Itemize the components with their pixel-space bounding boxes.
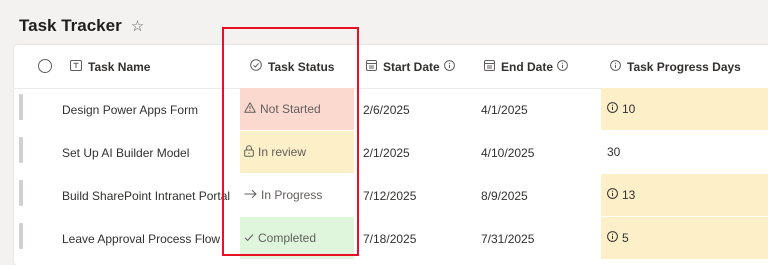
arrow-right-icon xyxy=(244,188,257,202)
task-list: Task Name Task Status Start Date End Dat… xyxy=(14,45,768,265)
info-icon xyxy=(607,188,618,202)
start-date-cell[interactable]: 2/6/2025 xyxy=(363,88,410,131)
info-icon xyxy=(610,59,621,74)
task-status-cell[interactable]: Completed xyxy=(240,217,354,259)
task-name-cell[interactable]: Leave Approval Process Flow xyxy=(62,217,220,260)
checkmark-icon xyxy=(244,231,254,245)
task-name-cell[interactable]: Design Power Apps Form xyxy=(62,88,198,131)
page-title: Task Tracker xyxy=(19,16,122,35)
end-date-cell[interactable]: 7/31/2025 xyxy=(481,217,534,260)
column-label: Task Name xyxy=(88,59,151,74)
column-header-row: Task Name Task Status Start Date End Dat… xyxy=(14,45,768,89)
end-date-cell[interactable]: 8/9/2025 xyxy=(481,174,528,217)
status-label: Not Started xyxy=(260,102,321,116)
table-row[interactable]: Leave Approval Process Flow Completed 7/… xyxy=(14,217,768,260)
star-outline-icon[interactable]: ☆ xyxy=(131,17,144,35)
days-value: 30 xyxy=(607,145,621,159)
column-label: End Date xyxy=(501,59,554,74)
end-date-cell[interactable]: 4/10/2025 xyxy=(481,131,534,174)
column-header-task-status[interactable]: Task Status xyxy=(250,45,334,88)
info-icon xyxy=(607,102,618,116)
table-row[interactable]: Design Power Apps Form Not Started 2/6/2… xyxy=(14,88,768,131)
task-progress-days-cell[interactable]: 13 xyxy=(601,174,768,216)
column-label: Task Status xyxy=(268,59,335,74)
task-progress-days-cell[interactable]: 5 xyxy=(601,217,768,259)
end-date-cell[interactable]: 4/1/2025 xyxy=(481,88,528,131)
task-name-cell[interactable]: Build SharePoint Intranet Portal xyxy=(62,174,230,217)
start-date-cell[interactable]: 2/1/2025 xyxy=(363,131,410,174)
info-icon[interactable] xyxy=(443,59,455,74)
task-progress-days-cell[interactable]: 30 xyxy=(601,131,768,173)
status-label: Completed xyxy=(258,231,317,245)
row-selector-handle[interactable] xyxy=(19,223,23,249)
task-status-cell[interactable]: In review xyxy=(240,131,354,173)
calendar-icon xyxy=(366,59,377,74)
select-all-radio[interactable] xyxy=(38,59,52,73)
column-label: Start Date xyxy=(383,59,440,74)
row-selector-handle[interactable] xyxy=(19,180,23,206)
status-label: In review xyxy=(258,145,307,159)
start-date-cell[interactable]: 7/18/2025 xyxy=(363,217,416,260)
column-header-start-date[interactable]: Start Date xyxy=(366,45,455,88)
circle-check-icon xyxy=(250,59,262,74)
days-value: 5 xyxy=(622,231,629,245)
lock-icon xyxy=(244,144,254,160)
calendar-icon xyxy=(484,59,495,74)
table-row[interactable]: Set Up AI Builder Model In review 2/1/20… xyxy=(14,131,768,174)
row-selector-handle[interactable] xyxy=(19,137,23,163)
column-header-task-name[interactable]: Task Name xyxy=(70,45,150,88)
row-selector-handle[interactable] xyxy=(19,94,23,120)
days-value: 13 xyxy=(622,188,636,202)
warning-icon xyxy=(244,102,256,116)
start-date-cell[interactable]: 7/12/2025 xyxy=(363,174,416,217)
task-name-cell[interactable]: Set Up AI Builder Model xyxy=(62,131,189,174)
task-progress-days-cell[interactable]: 10 xyxy=(601,88,768,130)
task-status-cell[interactable]: In Progress xyxy=(240,174,354,216)
status-label: In Progress xyxy=(261,188,323,202)
info-icon[interactable] xyxy=(557,59,568,74)
table-row[interactable]: Build SharePoint Intranet Portal In Prog… xyxy=(14,174,768,217)
text-field-icon xyxy=(70,59,82,74)
task-status-cell[interactable]: Not Started xyxy=(240,88,354,130)
column-header-end-date[interactable]: End Date xyxy=(484,45,568,88)
info-icon xyxy=(607,231,618,245)
column-header-task-progress-days[interactable]: Task Progress Days xyxy=(610,45,741,88)
column-label: Task Progress Days xyxy=(627,59,741,74)
days-value: 10 xyxy=(622,102,636,116)
page-header: Task Tracker ☆ xyxy=(19,14,144,38)
